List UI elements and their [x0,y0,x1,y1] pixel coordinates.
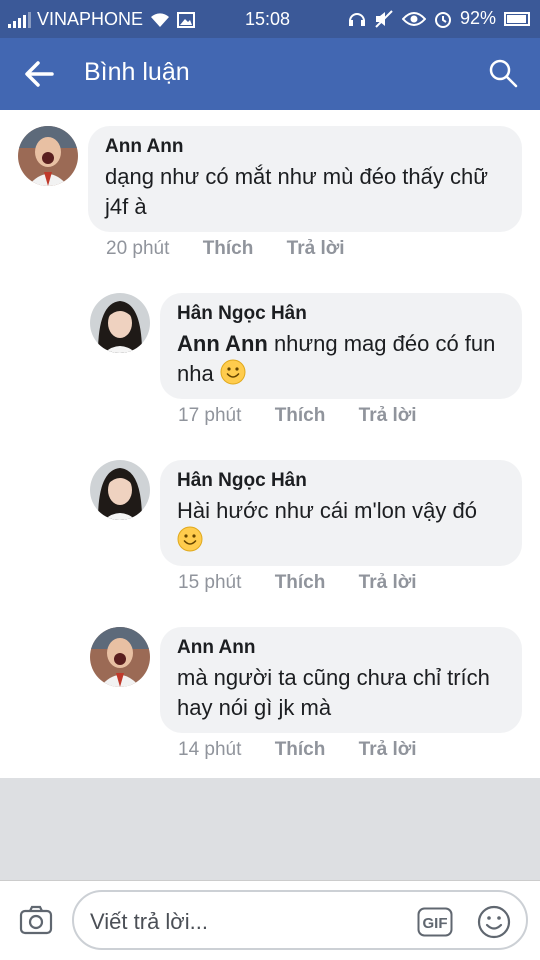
gif-icon: GIF [417,907,453,937]
status-time: 15:08 [245,9,291,29]
emoji-icon [477,905,511,939]
reply-item: Hân Ngọc Hân Ann Ann nhưng mag đéo có fu… [0,278,540,438]
avatar[interactable] [18,126,78,186]
gif-button[interactable]: GIF [417,907,453,937]
alarm-icon [434,11,451,28]
smiley-emoji-icon [177,526,203,552]
comment-time: 14 phút [178,739,242,760]
battery-icon [504,11,530,26]
comment-text: Hài hước như cái m'lon vậy đó [177,496,504,556]
search-icon [489,59,518,88]
comment-meta: 14 phút Thích Trả lời [178,739,417,761]
like-button[interactable]: Thích [275,739,326,761]
comment-text: mà người ta cũng chưa chỉ trích hay nói … [177,665,490,720]
avatar-photo-icon [90,293,150,353]
status-bar: VINAPHONE 15:08 92% [0,0,540,38]
emoji-button[interactable] [476,904,512,940]
wifi-icon [151,12,170,27]
comment-item: Ann Ann dạng như có mắt như mù đéo thấy … [0,110,540,270]
app-header: Bình luận [0,38,540,110]
like-button[interactable]: Thích [203,238,254,260]
headset-icon [348,12,365,26]
avatar[interactable] [90,460,150,520]
search-button[interactable] [488,58,518,88]
reply-item: Hân Ngọc Hân Hài hước như cái m'lon vậy … [0,445,540,605]
reply-placeholder: Viết trả lời... [90,909,208,934]
comment-meta: 17 phút Thích Trả lời [178,405,417,427]
comment-time: 17 phút [178,405,242,426]
like-button[interactable]: Thích [275,572,326,594]
camera-button[interactable] [18,902,54,938]
avatar-photo-icon [18,126,78,186]
comment-text: dạng như có mắt như mù đéo thấy chữ j4f … [105,164,488,219]
comment-bubble: Ann Ann mà người ta cũng chưa chỉ trích … [160,627,522,733]
comment-bubble: Ann Ann dạng như có mắt như mù đéo thấy … [88,126,522,232]
carrier-name: VINAPHONE [37,9,144,29]
image-icon [177,11,196,28]
avatar-photo-icon [90,627,150,687]
back-button[interactable] [22,58,56,90]
comment-author[interactable]: Hân Ngọc Hân [177,470,504,492]
comment-list: Ann Ann dạng như có mắt như mù đéo thấy … [0,110,540,778]
avatar[interactable] [90,293,150,353]
avatar[interactable] [90,627,150,687]
comment-body: Hài hước như cái m'lon vậy đó [177,498,477,523]
reply-button[interactable]: Trả lời [359,572,417,594]
mention-link[interactable]: Ann Ann [177,331,268,356]
reply-composer: Viết trả lời... GIF [0,880,540,960]
back-arrow-icon [25,61,54,87]
empty-area [0,778,540,880]
eye-icon [401,11,426,26]
reply-button[interactable]: Trả lời [359,405,417,427]
page-title: Bình luận [84,58,190,86]
battery-percent: 92% [459,8,496,28]
reply-button[interactable]: Trả lời [287,238,345,260]
smiley-emoji-icon [220,359,246,385]
comment-author[interactable]: Ann Ann [177,637,504,659]
comment-author[interactable]: Hân Ngọc Hân [177,303,504,325]
avatar-photo-icon [90,460,150,520]
reply-item: Ann Ann mà người ta cũng chưa chỉ trích … [0,612,540,772]
reply-button[interactable]: Trả lời [359,739,417,761]
comment-author[interactable]: Ann Ann [105,136,504,158]
comment-time: 20 phút [106,238,170,259]
mute-icon [375,9,393,28]
comment-meta: 20 phút Thích Trả lời [106,238,345,260]
reply-input[interactable]: Viết trả lời... GIF [72,890,528,950]
comment-bubble: Hân Ngọc Hân Hài hước như cái m'lon vậy … [160,460,522,566]
like-button[interactable]: Thích [275,405,326,427]
camera-icon [19,905,53,935]
comment-time: 15 phút [178,572,242,593]
gif-label: GIF [423,915,448,932]
comment-text: Ann Ann nhưng mag đéo có fun nha [177,329,504,389]
comment-meta: 15 phút Thích Trả lời [178,572,417,594]
signal-icon [8,11,31,28]
comment-bubble: Hân Ngọc Hân Ann Ann nhưng mag đéo có fu… [160,293,522,399]
